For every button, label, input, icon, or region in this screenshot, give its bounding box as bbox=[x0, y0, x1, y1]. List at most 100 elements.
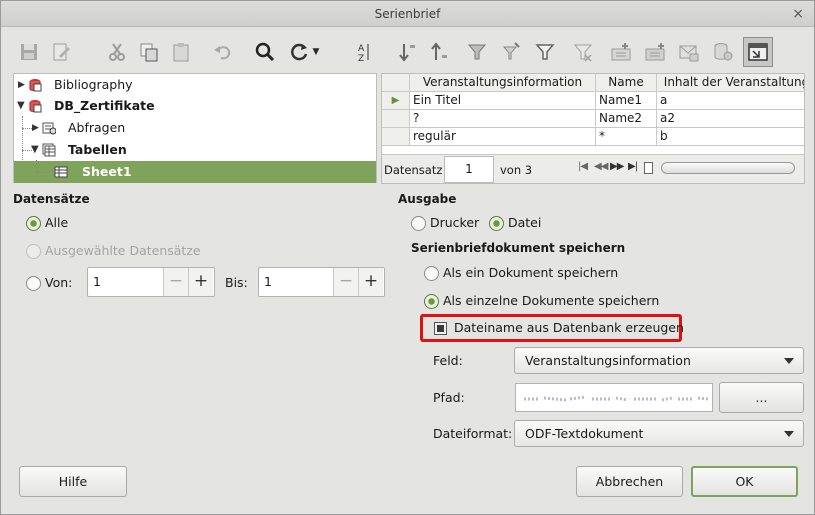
record-number-input[interactable]: 1 bbox=[444, 156, 494, 183]
explorer-toggle-icon[interactable] bbox=[743, 37, 773, 67]
column-header[interactable]: Veranstaltungsinformation bbox=[410, 74, 596, 92]
sort-ascending-icon[interactable] bbox=[393, 37, 421, 67]
undo-icon[interactable] bbox=[209, 37, 237, 67]
data-to-fields-icon[interactable] bbox=[641, 37, 669, 67]
tree-item-tabellen[interactable]: ▼ Tabellen bbox=[14, 139, 376, 161]
window-title: Serienbrief bbox=[374, 7, 441, 21]
browse-button[interactable]: ... bbox=[719, 382, 804, 413]
output-heading: Ausgabe bbox=[398, 192, 457, 206]
apply-filter-icon[interactable] bbox=[531, 37, 559, 67]
chevron-down-icon bbox=[784, 431, 794, 437]
mail-merge-icon[interactable] bbox=[675, 37, 703, 67]
table-cell[interactable]: Name1 bbox=[596, 92, 657, 110]
file-radio[interactable] bbox=[489, 216, 504, 231]
table-cell[interactable]: ? bbox=[410, 110, 596, 128]
ok-button[interactable]: OK bbox=[691, 466, 798, 497]
tree-item-sheet1[interactable]: Sheet1 bbox=[14, 160, 376, 183]
table-cell[interactable]: a2 bbox=[657, 110, 804, 128]
save-as-one-radio[interactable] bbox=[424, 266, 439, 281]
remove-filter-icon[interactable] bbox=[569, 37, 597, 67]
path-value-blurred bbox=[524, 395, 709, 402]
field-select-value: Veranstaltungsinformation bbox=[525, 353, 691, 368]
format-select[interactable]: ODF-Textdokument bbox=[514, 420, 804, 447]
help-button[interactable]: Hilfe bbox=[19, 466, 127, 497]
cut-icon[interactable] bbox=[103, 37, 131, 67]
selected-records-label: Ausgewählte Datensätze bbox=[45, 243, 201, 258]
autofilter-icon[interactable] bbox=[463, 37, 491, 67]
paste-icon[interactable] bbox=[167, 37, 195, 67]
plus-icon[interactable]: + bbox=[358, 268, 383, 296]
find-icon[interactable] bbox=[251, 37, 279, 67]
mail-merge-dialog: Serienbrief × ▼ AZ ▶ Bibliography ▼ DB_Z… bbox=[0, 0, 815, 515]
table-cell[interactable]: regulär bbox=[410, 128, 596, 146]
svg-text:Z: Z bbox=[358, 54, 364, 63]
cancel-button[interactable]: Abbrechen bbox=[576, 466, 683, 497]
tree-guide-line bbox=[36, 172, 50, 173]
tree-item-label: Tabellen bbox=[68, 142, 127, 157]
selected-records-radio[interactable] bbox=[26, 244, 41, 259]
database-icon bbox=[29, 100, 42, 113]
plus-icon[interactable]: + bbox=[188, 268, 213, 296]
table-cell[interactable]: * bbox=[596, 128, 657, 146]
previous-record-icon[interactable]: ◀◀ bbox=[594, 161, 608, 172]
standard-filter-icon[interactable] bbox=[497, 37, 525, 67]
next-record-icon[interactable]: ▶▶ bbox=[610, 161, 624, 172]
field-select[interactable]: Veranstaltungsinformation bbox=[514, 347, 804, 374]
table-cell[interactable]: a bbox=[657, 92, 804, 110]
database-icon bbox=[29, 79, 42, 92]
column-header[interactable]: Inhalt der Veranstaltung bbox=[657, 74, 804, 92]
tree-item-label: DB_Zertifikate bbox=[54, 98, 155, 113]
collapse-arrow-icon[interactable]: ▼ bbox=[31, 139, 39, 161]
tree-item-bibliography[interactable]: ▶ Bibliography bbox=[14, 74, 376, 96]
all-records-radio[interactable] bbox=[26, 216, 41, 231]
to-stepper[interactable]: 1 − + bbox=[258, 267, 385, 297]
first-record-icon[interactable]: |◀ bbox=[578, 161, 588, 172]
to-value[interactable]: 1 bbox=[264, 268, 272, 296]
save-document-heading: Serienbriefdokument speichern bbox=[411, 241, 626, 255]
edit-icon[interactable] bbox=[47, 37, 75, 67]
sort-descending-icon[interactable] bbox=[425, 37, 453, 67]
printer-label: Drucker bbox=[430, 215, 480, 230]
tree-item-db-zertifikate[interactable]: ▼ DB_Zertifikate bbox=[14, 95, 376, 117]
data-source-icon[interactable] bbox=[709, 37, 737, 67]
printer-radio[interactable] bbox=[411, 216, 426, 231]
field-label: Feld: bbox=[433, 353, 463, 368]
format-select-value: ODF-Textdokument bbox=[525, 426, 644, 441]
copy-icon[interactable] bbox=[135, 37, 163, 67]
tree-item-abfragen[interactable]: ▶ Abfragen bbox=[14, 117, 376, 139]
save-icon[interactable] bbox=[15, 37, 43, 67]
tree-item-label: Bibliography bbox=[54, 77, 133, 92]
from-stepper[interactable]: 1 − + bbox=[87, 267, 215, 297]
minus-icon[interactable]: − bbox=[333, 268, 358, 296]
filename-from-db-checkbox[interactable] bbox=[434, 322, 447, 335]
data-table: Veranstaltungsinformation Name Inhalt de… bbox=[381, 73, 805, 184]
collapse-arrow-icon[interactable]: ▼ bbox=[17, 95, 25, 117]
table-cell[interactable]: Ein Titel bbox=[410, 92, 596, 110]
chevron-down-icon[interactable]: ▼ bbox=[309, 37, 323, 67]
expand-arrow-icon[interactable]: ▶ bbox=[18, 74, 25, 96]
path-label: Pfad: bbox=[433, 390, 465, 405]
table-cell[interactable]: b bbox=[657, 128, 804, 146]
row-header[interactable] bbox=[382, 128, 410, 146]
path-input[interactable] bbox=[515, 383, 713, 412]
expand-arrow-icon[interactable]: ▶ bbox=[32, 117, 39, 139]
new-record-icon[interactable] bbox=[644, 162, 653, 174]
row-header-corner bbox=[382, 74, 410, 92]
minus-icon[interactable]: − bbox=[163, 268, 188, 296]
from-value[interactable]: 1 bbox=[93, 268, 101, 296]
range-records-radio[interactable] bbox=[26, 276, 41, 291]
sort-icon[interactable]: AZ bbox=[349, 37, 377, 67]
save-as-single-radio[interactable] bbox=[424, 294, 439, 309]
current-row-icon[interactable]: ▶ bbox=[382, 92, 410, 110]
save-as-one-label: Als ein Dokument speichern bbox=[443, 265, 619, 280]
horizontal-scrollbar[interactable] bbox=[661, 162, 795, 174]
column-header[interactable]: Name bbox=[596, 74, 657, 92]
close-icon[interactable]: × bbox=[792, 1, 804, 27]
table-cell[interactable]: Name2 bbox=[596, 110, 657, 128]
all-records-label: Alle bbox=[45, 215, 69, 230]
to-label: Bis: bbox=[225, 275, 248, 290]
svg-text:A: A bbox=[358, 44, 365, 54]
last-record-icon[interactable]: ▶| bbox=[628, 161, 638, 172]
row-header[interactable] bbox=[382, 110, 410, 128]
data-to-text-icon[interactable] bbox=[607, 37, 635, 67]
